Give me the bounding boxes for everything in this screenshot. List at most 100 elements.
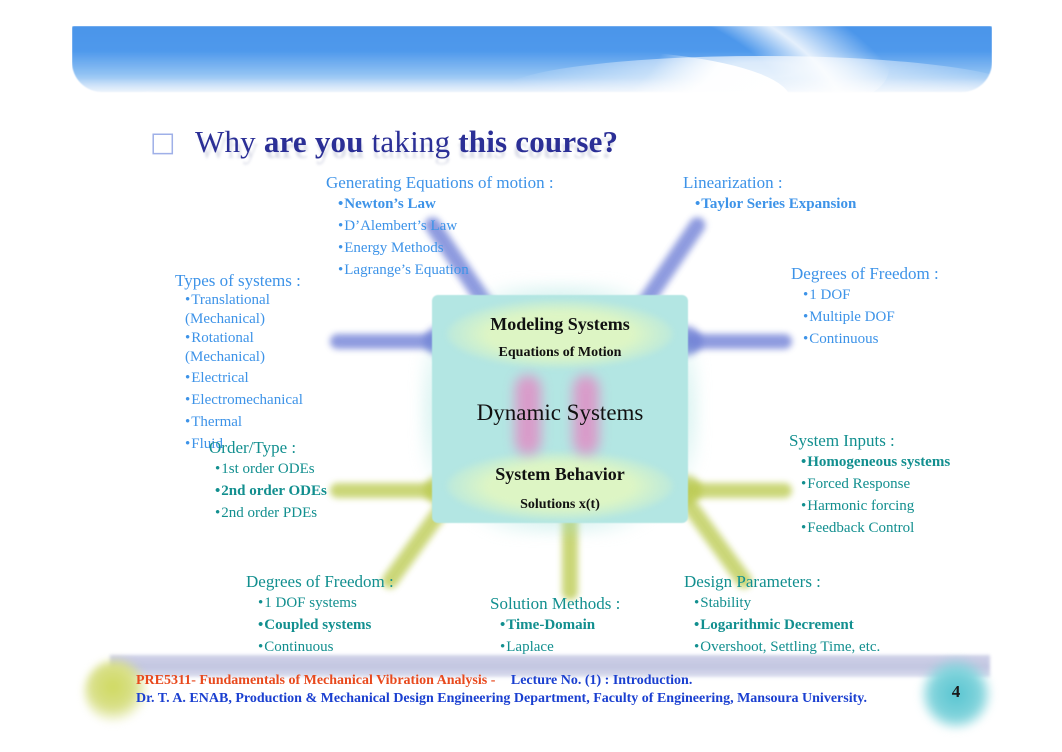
bullet-icon: • <box>801 476 807 492</box>
footer-course-code: PRE5311- Fundamentals of Mechanical Vibr… <box>136 673 496 688</box>
list-item: •Rotational (Mechanical) <box>185 329 305 367</box>
list-item-label: D’Alembert’s Law <box>344 218 458 234</box>
page-title-text: Why are you taking this course? <box>195 124 618 160</box>
group-solution-methods: Solution Methods : •Time-Domain •Laplace <box>490 594 620 658</box>
bullet-icon: • <box>694 617 700 633</box>
bullet-icon: • <box>338 196 344 212</box>
bullet-icon: • <box>801 520 807 536</box>
group-generating-equations: Generating Equations of motion : •Newton… <box>326 173 554 281</box>
list-item: •1st order ODEs <box>215 458 327 480</box>
list-item: •Harmonic forcing <box>801 495 950 517</box>
title-part-areyou: are you <box>263 124 364 159</box>
list-item: •Forced Response <box>801 473 950 495</box>
slide-canvas: □ Why are you taking this course? Why ar… <box>0 0 1062 752</box>
title-part-thiscourse: this course? <box>458 124 619 159</box>
bullet-icon: • <box>695 196 701 212</box>
title-part-taking: taking <box>363 124 459 159</box>
group-items: •1 DOF •Multiple DOF •Continuous <box>791 284 939 350</box>
label-equations-of-motion: Equations of Motion <box>498 345 622 360</box>
bullet-icon: • <box>694 639 700 655</box>
bullet-icon: • <box>185 330 191 346</box>
bullet-icon: • <box>338 240 344 256</box>
list-item-label: Logarithmic Decrement <box>700 617 854 633</box>
list-item-label: Lagrange’s Equation <box>344 262 469 278</box>
group-heading: Solution Methods : <box>490 594 621 613</box>
bullet-icon: • <box>215 483 221 499</box>
group-items: •Stability •Logarithmic Decrement •Oversho… <box>684 592 880 658</box>
list-item-label: Continuous <box>264 639 334 655</box>
title-part-why: Why <box>195 124 264 159</box>
group-items: •Time-Domain •Laplace <box>490 614 620 658</box>
bullet-icon: • <box>258 617 264 633</box>
group-degrees-of-freedom-right: Degrees of Freedom : •1 DOF •Multiple DOF… <box>791 264 939 350</box>
bullet-icon: • <box>803 331 809 347</box>
group-items: •1st order ODEs •2nd order ODEs •2nd order… <box>209 458 327 524</box>
list-item: •Logarithmic Decrement <box>694 614 880 636</box>
bullet-icon: • <box>215 461 221 477</box>
group-items: •Translational (Mechanical) •Rotational (… <box>175 291 305 455</box>
footer-lecture: Lecture No. (1) : Introduction. <box>510 673 693 688</box>
list-item-label: Stability <box>700 595 752 611</box>
group-types-of-systems: Types of systems : •Translational (Mecha… <box>175 271 305 455</box>
group-system-inputs: System Inputs : •Homogeneous systems •For… <box>789 431 950 539</box>
list-item-label: Newton’s Law <box>344 196 436 212</box>
bullet-icon: • <box>803 309 809 325</box>
list-item: •Homogeneous systems <box>801 451 950 473</box>
group-heading: System Inputs : <box>789 431 895 450</box>
list-item-label: Laplace <box>506 639 554 655</box>
list-item: •Time-Domain <box>500 614 620 636</box>
list-item: •Multiple DOF <box>803 306 939 328</box>
group-design-parameters: Design Parameters : •Stability •Logarithm… <box>684 572 880 658</box>
header-banner <box>72 26 992 112</box>
list-item: •Electrical <box>185 367 305 389</box>
group-heading: Linearization : <box>683 173 783 192</box>
page-title: □ Why are you taking this course? Why ar… <box>140 124 840 168</box>
list-item-label: 1 DOF <box>809 287 851 303</box>
bullet-icon: • <box>185 436 191 452</box>
list-item-label: Homogeneous systems <box>807 454 951 470</box>
bullet-icon: • <box>338 262 344 278</box>
group-order-type: Order/Type : •1st order ODEs •2nd order O… <box>209 438 327 524</box>
list-item: •Stability <box>694 592 880 614</box>
bullet-icon: • <box>801 498 807 514</box>
list-item-label: Feedback Control <box>807 520 915 536</box>
group-items: •Taylor Series Expansion <box>683 193 856 215</box>
list-item: •1 DOF <box>803 284 939 306</box>
bullet-icon: • <box>803 287 809 303</box>
list-item-label: Rotational (Mechanical) <box>185 330 265 365</box>
list-item-label: Overshoot, Settling Time, etc. <box>700 639 881 655</box>
list-item: •Lagrange’s Equation <box>338 259 554 281</box>
bullet-icon: • <box>258 639 264 655</box>
list-item-label: 2nd order PDEs <box>221 505 318 521</box>
footer-author: Dr. T. A. ENAB, Production & Mechanical … <box>136 691 867 706</box>
group-linearization: Linearization : •Taylor Series Expansion <box>683 173 856 215</box>
list-item-label: Multiple DOF <box>809 309 895 325</box>
list-item-label: 1 DOF systems <box>264 595 357 611</box>
list-item-label: Time-Domain <box>506 617 596 633</box>
list-item: •Continuous <box>803 328 939 350</box>
list-item: •1 DOF systems <box>258 592 394 614</box>
list-item-label: Electrical <box>191 370 249 386</box>
slide-number: 4 <box>951 682 961 701</box>
bullet-icon: • <box>185 370 191 386</box>
box-glyph-icon: □ <box>150 127 176 158</box>
banner-fade <box>72 78 992 112</box>
group-items: •1 DOF systems •Coupled systems •Continuou… <box>246 592 394 658</box>
list-item: •D’Alembert’s Law <box>338 215 554 237</box>
group-degrees-of-freedom-bottom: Degrees of Freedom : •1 DOF systems •Coup… <box>246 572 394 658</box>
bullet-icon: • <box>185 414 191 430</box>
label-solutions-xt: Solutions x(t) <box>520 497 600 512</box>
bullet-icon: • <box>258 595 264 611</box>
list-item-label: Thermal <box>191 414 243 430</box>
group-items: •Homogeneous systems •Forced Response •Har… <box>789 451 950 539</box>
list-item-label: 2nd order ODEs <box>221 483 327 499</box>
label-system-behavior: System Behavior <box>495 464 625 484</box>
group-heading: Order/Type : <box>209 438 297 457</box>
group-heading: Degrees of Freedom : <box>791 264 939 283</box>
list-item-label: Electromechanical <box>191 392 303 408</box>
list-item-label: Energy Methods <box>344 240 444 256</box>
list-item-label: Translational (Mechanical) <box>185 292 270 327</box>
bullet-icon: • <box>185 392 191 408</box>
bullet-icon: • <box>185 292 191 308</box>
label-dynamic-systems: Dynamic Systems <box>476 400 644 425</box>
